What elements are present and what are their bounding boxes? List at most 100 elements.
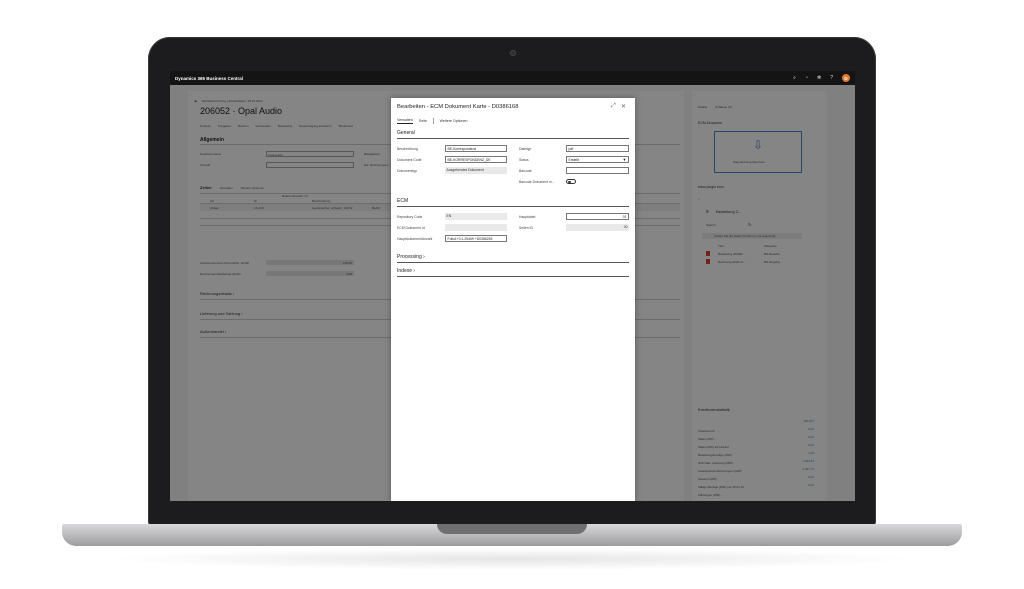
stats-row: Kreditorennr. BB-007 [698, 419, 814, 433]
tab-separator [433, 118, 434, 124]
close-icon[interactable]: ✕ [621, 103, 626, 110]
section-rule [397, 262, 629, 263]
app-name: Dynamics 365 Business Central [175, 75, 244, 81]
search-icon[interactable]: ⌕ [793, 75, 796, 81]
section-invoice-details[interactable]: Rechnungsdetails › [200, 291, 234, 296]
back-icon[interactable]: ◀ [194, 99, 196, 103]
action-tabs: Prozess Freigeben Buchen Vorbereiten Bes… [200, 124, 353, 128]
stats-row: Fällige Beträge (MW) per 25.01.24 0,00 [698, 475, 814, 489]
field-label: Belegdatum [364, 152, 381, 156]
field-label: Dokumenttyp [397, 169, 417, 173]
home-icon[interactable]: ⌂ [698, 197, 700, 201]
tab-weitere-optionen[interactable]: Weitere Optionen [440, 119, 468, 123]
list-item[interactable]: Bestellung 206052 [718, 252, 743, 256]
laptop-shadow [100, 548, 924, 570]
section-foreign-trade[interactable]: Außenhandel › [200, 329, 226, 334]
avatar[interactable]: D [842, 74, 850, 82]
topbar-icons: ⌕ ◔ ✻ ? D [793, 74, 850, 82]
tab-details[interactable]: Details [698, 105, 707, 109]
gear-icon[interactable]: ✻ [817, 75, 821, 81]
filter-input[interactable]: Geben Sie die Daten hierhin um sie angez… [702, 233, 802, 239]
field-label: Dateityp [519, 147, 532, 151]
pdf-icon [706, 251, 710, 256]
bell-icon[interactable]: ◔ [805, 75, 808, 81]
list-item-category: BH Bestellu [764, 252, 780, 256]
column-header: Nr. [254, 199, 258, 203]
lines-tab[interactable]: Weitere Optionen [241, 186, 264, 190]
main-file-input[interactable]: 01 [566, 213, 629, 220]
tab-verwalten[interactable]: Verwalten [397, 118, 413, 124]
column-header: Beschreibung [312, 199, 331, 203]
page-title: 206052 · Opal Audio [200, 106, 283, 116]
field-label: Hauptdatei [519, 215, 536, 219]
column-header: Titel [718, 244, 724, 248]
list-item-category: BH Eingang [764, 260, 781, 264]
download-icon: ⇩ [753, 138, 764, 152]
file-type-input[interactable]: pdf [566, 145, 629, 152]
main-document-input[interactable]: Folio1+0.1.25469 +D0386253 [445, 235, 507, 242]
section-rule [397, 138, 629, 139]
section-processing[interactable]: Processing › [397, 254, 425, 260]
section-ecm: ECM [397, 198, 409, 204]
stats-row: Bestellungsbeträge (MW) 0,00 [698, 443, 814, 457]
tab-attachments[interactable]: Anhänge (0) [715, 105, 732, 109]
list-item[interactable]: Rechnung 2025-11... [718, 260, 746, 264]
field-label: Kreditorenname [200, 152, 222, 156]
menu-icon[interactable]: ≡ [706, 209, 709, 215]
search-label: Search [706, 223, 716, 227]
status-select[interactable]: Erstellt ▼ [566, 156, 629, 163]
contact-field[interactable] [266, 162, 354, 168]
lines-tab[interactable]: Verwalten [220, 186, 233, 190]
folder-name: Bestellung 2... [716, 209, 742, 214]
action-tab[interactable]: Vorbereiten [256, 124, 271, 128]
factbox-tabs: Details Anhänge (0) [698, 105, 732, 109]
breadcrumb: Einkaufsrechnung | Arbeitsdatum: 25.01.2… [202, 99, 263, 103]
stats-row: Saldo (MW) als Debitor 0,00 [698, 435, 814, 449]
total-label: Rechnungsrabattbetrag (EUR) [200, 272, 241, 276]
action-tab[interactable]: Strukturiert [338, 124, 353, 128]
stats-list: Kreditorennr. BB-007 Saldo (MW) 0,00 Saldo… [698, 419, 814, 497]
stats-row: Saldo (MW) 0,00 [698, 427, 814, 441]
app-topbar: Dynamics 365 Business Central ⌕ ◔ ✻ ? D [170, 71, 855, 85]
vendor-name-field[interactable]: Opal Audio [266, 151, 354, 157]
chevron-down-icon: ▼ [622, 157, 627, 162]
help-icon[interactable]: ? [830, 75, 833, 81]
action-tab[interactable]: Genehmigung anfordern [299, 124, 332, 128]
refresh-icon[interactable]: ↻ [748, 222, 751, 227]
lines-tab[interactable]: Zeilen [200, 185, 212, 190]
factbox-panel: Details Anhänge (0) ECM-Dropzone ⇩ drag … [692, 91, 827, 501]
total-value-box: 0,00 [266, 271, 354, 276]
plugin-title: edoc plugin ecm [698, 185, 724, 189]
document-code-input[interactable]: BE-KORRESPONDENZ_DE [445, 156, 507, 163]
section-delivery-payment[interactable]: Lieferung und Zahlung › [200, 311, 242, 316]
column-header: Referenzbeschr. Nr. [282, 194, 309, 198]
document-type-value: Ausgehendes Dokument [445, 167, 507, 174]
action-tab[interactable]: Bestellung [278, 124, 292, 128]
page-id-value: 00 [566, 224, 629, 231]
action-tab[interactable]: Freigeben [218, 124, 232, 128]
dialog-tabs: Verwalten Seite Weitere Optionen [397, 118, 468, 124]
column-header: Kategorie [764, 244, 777, 248]
description-input[interactable]: BE-Korrespondenz [445, 145, 507, 152]
lines-tabs: Zeilen Verwalten Weitere Optionen [200, 185, 264, 190]
tab-seite[interactable]: Seite [419, 119, 427, 123]
section-indexe[interactable]: Indexe › [397, 268, 415, 274]
expand-icon[interactable]: ⤢ [611, 103, 616, 110]
saved-status: ✓ Gespeichert [766, 93, 786, 97]
pdf-icon [706, 259, 710, 264]
repository-code-value: EN [445, 213, 507, 220]
field-label: Kontakt [200, 163, 211, 167]
action-tab[interactable]: Buchen [238, 124, 248, 128]
photo-stage: Dynamics 365 Business Central ⌕ ◔ ✻ ? D … [0, 0, 1024, 589]
barcode-input[interactable] [566, 167, 629, 174]
ecm-document-dialog: Bearbeiten - ECM Dokument Karte - D03861… [391, 98, 635, 501]
field-label: Seiten ID [519, 226, 533, 230]
barcode-document-toggle[interactable] [566, 179, 576, 184]
column-header: Art [210, 199, 214, 203]
stats-row: Zahlungen (MW) 0,00 [698, 483, 814, 497]
section-rule [397, 206, 629, 207]
action-tab[interactable]: Prozess [200, 124, 211, 128]
field-label: Ext. Rechnungsnr. [364, 163, 389, 167]
general-heading: Allgemein [200, 137, 224, 143]
ecm-dropzone[interactable]: ⇩ drag and drop files here [714, 131, 802, 173]
